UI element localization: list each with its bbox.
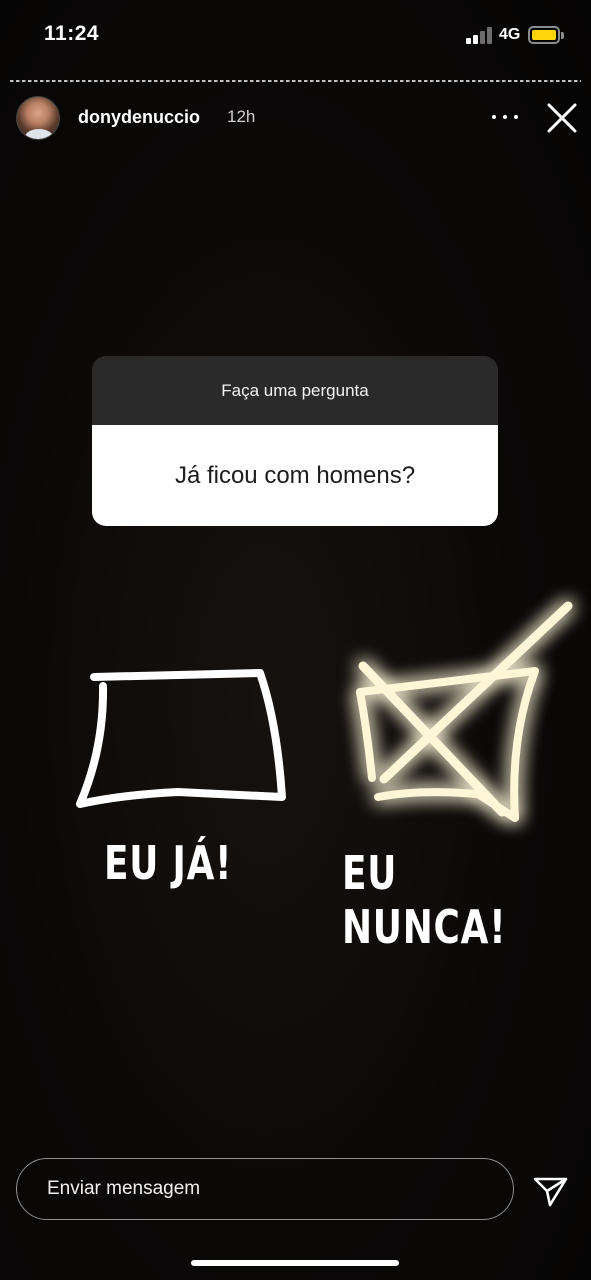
status-bar: 11:24 4G [0, 0, 591, 70]
signal-icon [466, 26, 494, 44]
avatar[interactable] [16, 96, 60, 140]
home-indicator[interactable] [191, 1260, 399, 1266]
empty-checkbox-drawing [76, 669, 286, 808]
message-input[interactable]: Enviar mensagem [16, 1158, 514, 1220]
story-progress-bar [10, 80, 581, 82]
more-options-button[interactable] [490, 103, 522, 131]
caption-eu-ja: EU JÁ! [104, 836, 233, 890]
poll-drawings [76, 601, 573, 822]
network-type: 4G [499, 26, 521, 43]
question-sticker-header: Faça uma pergunta [92, 356, 498, 425]
story-time-ago: 12h [227, 107, 256, 126]
checked-box-drawing [356, 601, 573, 822]
message-placeholder: Enviar mensagem [47, 1178, 201, 1199]
close-icon[interactable] [544, 100, 580, 136]
more-horizontal-icon [492, 115, 496, 119]
battery-icon [528, 26, 564, 44]
story-screen: 11:24 4G donydenuccio 12h Faça uma pergu… [0, 0, 591, 1280]
question-sticker[interactable]: Faça uma pergunta Já ficou com homens? [92, 356, 498, 526]
status-time: 11:24 [44, 22, 100, 45]
question-text: Já ficou com homens? [92, 425, 498, 526]
username[interactable]: donydenuccio [78, 107, 200, 128]
caption-eu-nunca: EU NUNCA! [342, 846, 507, 954]
send-icon[interactable] [530, 1170, 570, 1210]
